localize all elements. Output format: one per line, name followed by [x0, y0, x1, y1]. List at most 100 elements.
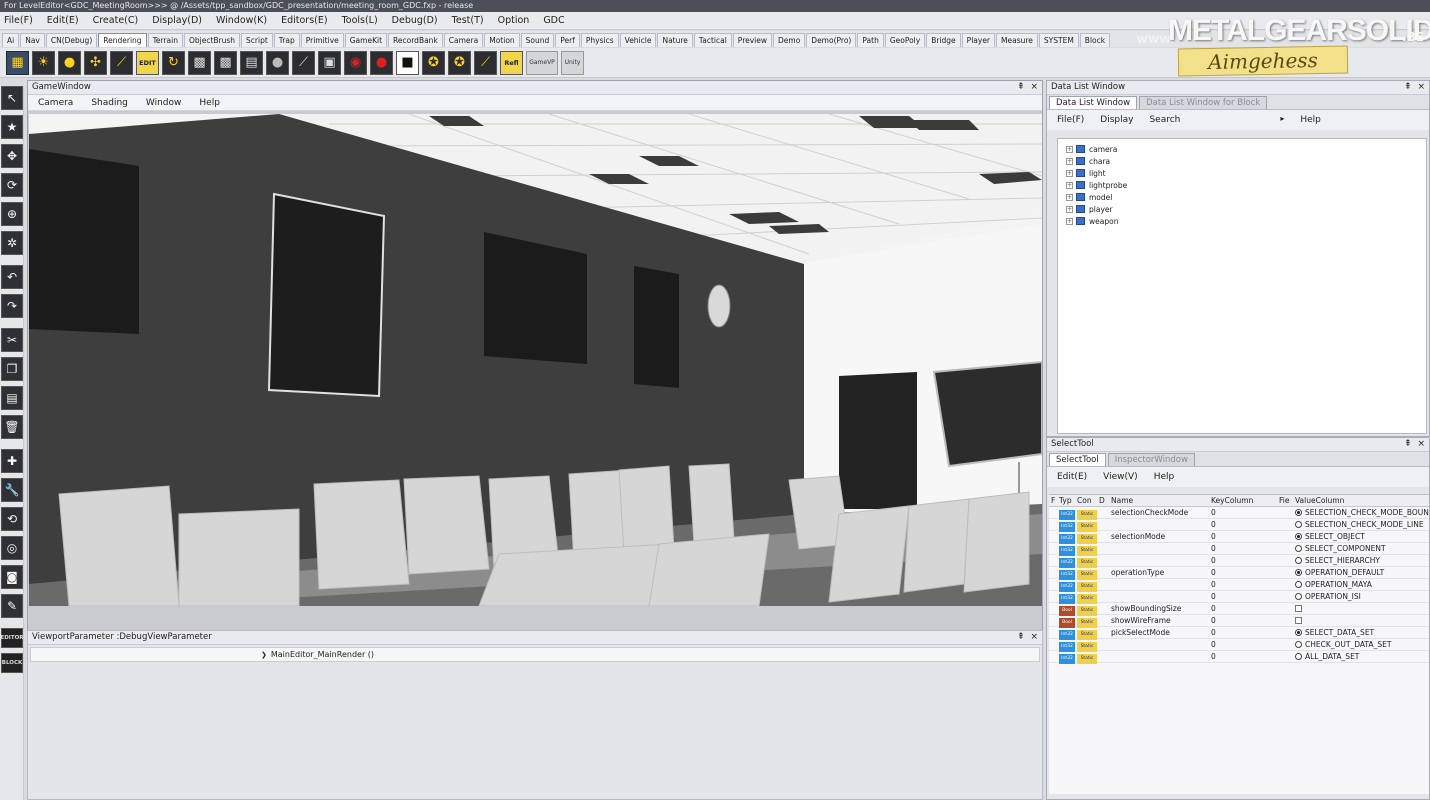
owl2-icon[interactable]: ✪: [448, 50, 471, 75]
gw-menu-camera[interactable]: Camera: [38, 98, 73, 108]
vp-pin-icon[interactable]: ⇞: [1017, 632, 1025, 642]
radio-button[interactable]: [1295, 557, 1302, 564]
table-row[interactable]: Int32 Static 0 SELECT_HIERARCHY: [1049, 555, 1429, 568]
expand-plus-icon[interactable]: +: [1066, 169, 1073, 177]
expand-plus-icon[interactable]: +: [1066, 193, 1073, 201]
tab-script[interactable]: Script: [241, 33, 273, 47]
col-key[interactable]: KeyColumn: [1209, 495, 1279, 506]
table-row[interactable]: Int32 Static 0 OPERATION_MAYA: [1049, 579, 1429, 592]
expand-plus-icon[interactable]: +: [1066, 181, 1073, 189]
cycle-icon[interactable]: ↻: [162, 50, 185, 75]
game-window-close-icon[interactable]: ×: [1030, 82, 1038, 92]
checker2-icon[interactable]: ▩: [214, 50, 237, 75]
tab-nav[interactable]: Nav: [20, 33, 45, 47]
delete-icon[interactable]: 🗑: [1, 415, 23, 439]
radio-button[interactable]: [1295, 569, 1302, 576]
gw-menu-help[interactable]: Help: [199, 98, 220, 108]
dl-menu-display[interactable]: Display: [1100, 115, 1133, 125]
expand-plus-icon[interactable]: +: [1066, 157, 1073, 165]
cut-icon[interactable]: ✂: [1, 328, 23, 352]
search-dropdown-arrow-icon[interactable]: ▸: [1196, 114, 1286, 126]
feather2-icon[interactable]: ⟋: [474, 50, 497, 75]
tab-terrain[interactable]: Terrain: [147, 33, 183, 47]
tab-sound[interactable]: Sound: [520, 33, 555, 47]
refresh-icon[interactable]: ⟲: [1, 507, 23, 531]
3d-viewport[interactable]: [29, 114, 1042, 606]
st-menu-view[interactable]: View(V): [1103, 472, 1138, 482]
gamevp-button[interactable]: GameVP: [526, 50, 558, 75]
dl-menu-search[interactable]: Search: [1149, 115, 1180, 125]
dl-menu-file[interactable]: File(F): [1057, 115, 1084, 125]
tab-motion[interactable]: Motion: [484, 33, 520, 47]
target-icon[interactable]: ◎: [1, 536, 23, 560]
radio-button[interactable]: [1295, 545, 1302, 552]
bulb-icon[interactable]: ●: [58, 50, 81, 75]
editor-mode-button[interactable]: EDITOR: [0, 628, 24, 648]
st-close-icon[interactable]: ×: [1417, 439, 1425, 449]
radio-button[interactable]: [1295, 593, 1302, 600]
table-row[interactable]: Int32 Static pickSelectMode 0 SELECT_DATA_SE…: [1049, 627, 1429, 640]
tab-nature[interactable]: Nature: [657, 33, 693, 47]
vp-close-icon[interactable]: ×: [1030, 632, 1038, 642]
tab-bridge[interactable]: Bridge: [926, 33, 961, 47]
tree-item-chara[interactable]: + chara: [1066, 155, 1426, 167]
star-icon[interactable]: ★: [1, 115, 23, 139]
expand-plus-icon[interactable]: +: [1066, 205, 1073, 213]
table-row[interactable]: Bool Static showBoundingSize 0: [1049, 603, 1429, 616]
col-typ[interactable]: Typ: [1059, 495, 1077, 506]
radio-button[interactable]: [1295, 629, 1302, 636]
tab-gamekit[interactable]: GameKit: [344, 33, 388, 47]
table-row[interactable]: Int32 Static operationType 0 OPERATION_DEFAU…: [1049, 567, 1429, 580]
checkbox[interactable]: [1295, 605, 1302, 612]
tab-system[interactable]: SYSTEM: [1038, 33, 1079, 47]
tree-item-lightprobe[interactable]: + lightprobe: [1066, 179, 1426, 191]
tab-tactical[interactable]: Tactical: [693, 33, 732, 47]
feather-icon[interactable]: ⟋: [110, 50, 133, 75]
expand-plus-icon[interactable]: +: [1066, 217, 1073, 225]
table-row[interactable]: Int32 Static selectionCheckMode 0 SELECTION_…: [1049, 507, 1429, 520]
tab-measure[interactable]: Measure: [996, 33, 1038, 47]
table-row[interactable]: Bool Static showWireFrame 0: [1049, 615, 1429, 628]
tab-demo[interactable]: Demo: [773, 33, 806, 47]
dl-close-icon[interactable]: ×: [1417, 82, 1425, 92]
tab-primitive[interactable]: Primitive: [300, 33, 344, 47]
col-f[interactable]: F: [1049, 495, 1059, 506]
tab-camera[interactable]: Camera: [443, 33, 484, 47]
tab-trap[interactable]: Trap: [273, 33, 300, 47]
tree-item-camera[interactable]: + camera: [1066, 143, 1426, 155]
record-icon[interactable]: ◉: [344, 50, 367, 75]
col-con[interactable]: Con: [1077, 495, 1099, 506]
tab-path[interactable]: Path: [857, 33, 884, 47]
table-row[interactable]: Int32 Static 0 ALL_DATA_SET: [1049, 651, 1429, 664]
grid-icon[interactable]: ▤: [240, 50, 263, 75]
copy-icon[interactable]: ❐: [1, 357, 23, 381]
wrench-icon[interactable]: 🔧: [1, 478, 23, 502]
tab-preview[interactable]: Preview: [732, 33, 772, 47]
checker-icon[interactable]: ▩: [188, 50, 211, 75]
menu-file[interactable]: File(F): [4, 15, 33, 26]
scale-icon[interactable]: ⊕: [1, 202, 23, 226]
tab-demo-pro-[interactable]: Demo(Pro): [806, 33, 857, 47]
block-mode-button[interactable]: BLOCK: [1, 653, 23, 673]
tab-geopoly[interactable]: GeoPoly: [884, 33, 926, 47]
unity-button[interactable]: Unity: [561, 50, 584, 75]
move-icon[interactable]: ✥: [1, 144, 23, 168]
tab-player[interactable]: Player: [961, 33, 996, 47]
tree-item-light[interactable]: + light: [1066, 167, 1426, 179]
dl-pin-icon[interactable]: ⇞: [1404, 82, 1412, 92]
menu-gdc[interactable]: GDC: [543, 15, 564, 26]
undo-icon[interactable]: ↶: [1, 265, 23, 289]
pencil-icon[interactable]: ✎: [1, 594, 23, 618]
table-row[interactable]: Int32 Static 0 SELECTION_CHECK_MODE_LINE: [1049, 519, 1429, 532]
stop-icon[interactable]: ■: [396, 50, 419, 75]
refl-button[interactable]: Refl: [500, 50, 523, 75]
tab-recordbank[interactable]: RecordBank: [388, 33, 443, 47]
tab-block[interactable]: Block: [1079, 33, 1111, 47]
owl-icon[interactable]: ✪: [422, 50, 445, 75]
radio-button[interactable]: [1295, 521, 1302, 528]
sun-icon[interactable]: ☀: [32, 50, 55, 75]
col-fie[interactable]: Fie: [1279, 495, 1295, 506]
checkbox[interactable]: [1295, 617, 1302, 624]
select-arrow-icon[interactable]: ↖: [1, 86, 23, 110]
menu-test[interactable]: Test(T): [452, 15, 484, 26]
